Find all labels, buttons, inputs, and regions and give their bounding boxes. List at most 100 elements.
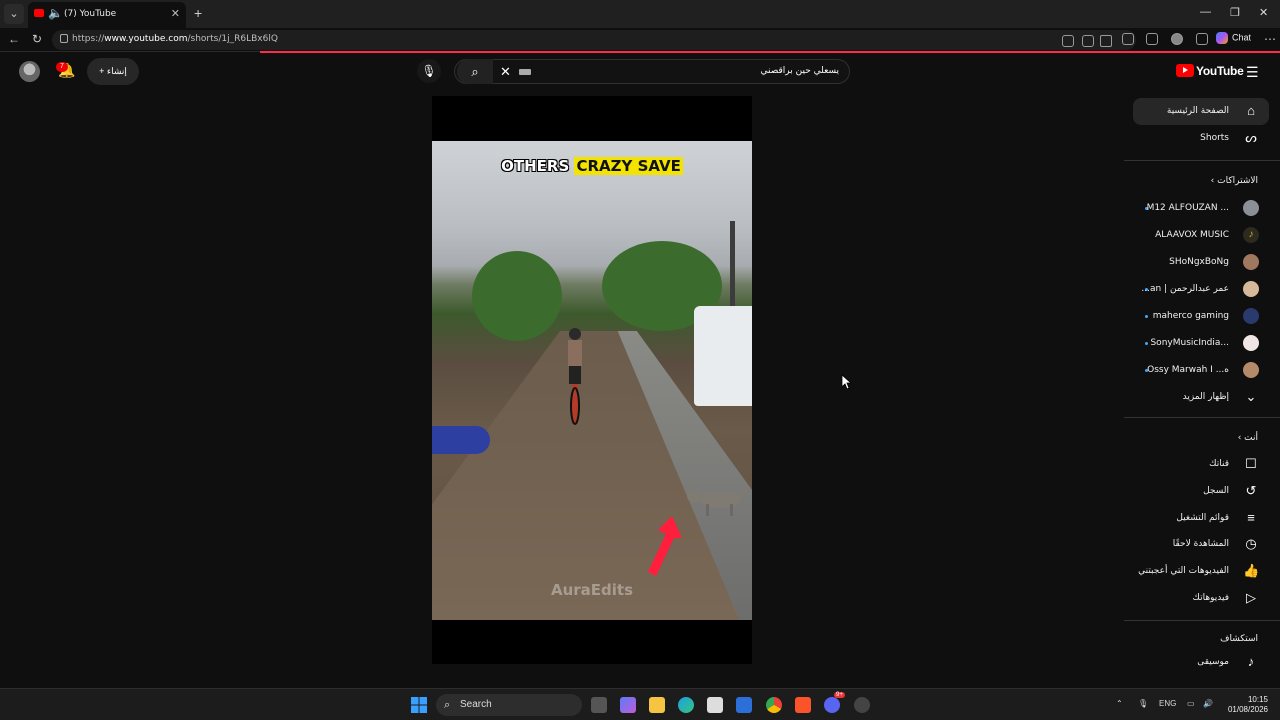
discord-icon[interactable] (824, 697, 840, 713)
widgets-icon[interactable] (620, 697, 636, 713)
sidebar-item-liked-videos[interactable]: الفيديوهات التي أعجبتني 👍 (1133, 558, 1269, 585)
sidebar-subscription[interactable]: SHoNgxBoNg (1133, 249, 1269, 276)
search-input[interactable]: يسعلي حين براقصني (760, 66, 839, 76)
reload-icon[interactable]: ↻ (32, 32, 42, 46)
sidebar-subscription[interactable]: عمر عبدالرحمن | an... (1133, 276, 1269, 303)
you-header[interactable]: أنت › (1238, 433, 1258, 443)
more-menu-icon[interactable]: ⋯ (1264, 32, 1276, 46)
windows-start-icon[interactable] (411, 697, 427, 713)
guide-sidebar: الصفحة الرئيسية ⌂ Shorts ᔕ الاشتراكات › … (1124, 96, 1280, 686)
taskbar-search[interactable]: ⌕ Search (436, 694, 582, 716)
sidebar-item-music[interactable]: موسيقى ♪ (1133, 649, 1269, 676)
channel-avatar (1243, 335, 1259, 351)
address-bar[interactable]: https://www.youtube.com/shorts/1j_R6LBx6… (52, 30, 1136, 50)
input-language[interactable]: ENG (1159, 699, 1176, 708)
volume-icon[interactable]: 🔊 (1203, 699, 1213, 708)
sidebar-subscription[interactable]: Ossy Marwah I ...ه (1133, 357, 1269, 384)
taskbar-clock[interactable]: 10:15 01/08/2026 (1224, 695, 1268, 715)
mail-icon[interactable] (736, 697, 752, 713)
mouse-cursor-icon (842, 375, 852, 389)
copilot-icon (1216, 32, 1228, 44)
network-icon[interactable]: ▭ (1187, 699, 1195, 708)
browser-tab-strip: ⌄ 🔈 (7) YouTube ✕ + — ❐ ✕ (0, 0, 1280, 28)
favorite-star-icon[interactable] (1100, 35, 1112, 47)
speaker-icon[interactable]: 🔈 (48, 6, 63, 20)
back-arrow-icon[interactable]: ← (8, 32, 20, 46)
keyboard-icon[interactable] (519, 69, 531, 75)
sidebar-item-home[interactable]: الصفحة الرئيسية ⌂ (1133, 98, 1269, 125)
site-info-icon[interactable] (60, 34, 68, 43)
close-tab-icon[interactable]: ✕ (171, 7, 180, 20)
sidebar-divider (1124, 417, 1280, 418)
red-pointer-arrow (648, 516, 682, 576)
favorites-icon[interactable] (1146, 33, 1158, 45)
sidebar-item-label: قوائم التشغيل (1176, 513, 1229, 523)
sidebar-item-watch-later[interactable]: المشاهدة لاحقًا ◷ (1133, 531, 1269, 558)
new-tab-button[interactable]: + (194, 5, 202, 21)
sidebar-item-playlists[interactable]: قوائم التشغيل ≡ (1133, 505, 1269, 532)
copilot-chat-button[interactable]: Chat (1216, 32, 1251, 44)
brave-icon[interactable] (795, 697, 811, 713)
sidebar-subscription[interactable]: M12 ALFOUZAN ... (1133, 195, 1269, 222)
sidebar-subscription[interactable]: SonyMusicIndia... (1133, 330, 1269, 357)
profile-avatar-icon[interactable] (1171, 33, 1183, 45)
user-box-icon: ☐ (1245, 456, 1257, 471)
tab-list-dropdown[interactable]: ⌄ (4, 4, 24, 24)
collections-icon[interactable] (1196, 33, 1208, 45)
voice-search-mic-icon[interactable]: 🎙 (417, 59, 441, 83)
chrome-icon[interactable] (766, 697, 782, 713)
sidebar-item-label: الفيديوهات التي أعجبتني (1138, 566, 1229, 576)
new-content-dot (1145, 315, 1148, 318)
sidebar-item-label: السجل (1203, 486, 1229, 496)
account-avatar[interactable] (19, 61, 40, 82)
restore-icon[interactable]: ❐ (1230, 6, 1240, 19)
subscriptions-header[interactable]: الاشتراكات › (1211, 176, 1258, 186)
search-button-icon[interactable]: ⌕ (457, 59, 493, 84)
new-content-dot (1145, 342, 1148, 345)
clear-search-icon[interactable]: ✕ (500, 64, 511, 80)
sidebar-item-history[interactable]: السجل ↺ (1133, 478, 1269, 505)
file-explorer-icon[interactable] (649, 697, 665, 713)
video-caption: OTHERS CRAZY SAVE (501, 157, 683, 175)
browser-tab-youtube[interactable]: 🔈 (7) YouTube ✕ (28, 2, 186, 28)
music-note-icon: ♪ (1247, 654, 1255, 669)
scene-cat (687, 486, 746, 516)
sidebar-item-label: الصفحة الرئيسية (1166, 106, 1229, 116)
shorts-video-player[interactable]: OTHERS CRAZY SAVE AuraEdits (432, 96, 752, 664)
search-icon: ⌕ (444, 699, 451, 711)
home-icon: ⌂ (1247, 103, 1255, 118)
explore-header: استكشاف (1220, 634, 1258, 644)
sidebar-item-your-channel[interactable]: قناتك ☐ (1133, 451, 1269, 478)
shorts-icon: ᔕ (1245, 130, 1257, 145)
app-available-icon[interactable] (1062, 35, 1074, 47)
create-button[interactable]: + إنشاء (87, 58, 139, 85)
task-view-icon[interactable] (591, 697, 607, 713)
sidebar-subscription[interactable]: ALAAVOX MUSIC ♪ (1133, 222, 1269, 249)
chevron-down-icon: ⌄ (1245, 389, 1257, 404)
tray-overflow-chevron-icon[interactable]: ⌃ (1116, 699, 1123, 708)
sidebar-item-your-videos[interactable]: فيديوهاتك ▷ (1133, 585, 1269, 612)
store-icon[interactable] (707, 697, 723, 713)
translate-icon[interactable] (1082, 35, 1094, 47)
sidebar-subscription[interactable]: maherco gaming (1133, 303, 1269, 330)
youtube-logo[interactable]: YouTube (1176, 64, 1244, 78)
scene-cyclist (568, 328, 582, 425)
hamburger-menu-icon[interactable]: ☰ (1246, 64, 1259, 81)
search-box[interactable]: ⌕ ✕ يسعلي حين براقصني (454, 59, 850, 84)
sidebar-divider (1124, 160, 1280, 161)
history-icon: ↺ (1245, 483, 1257, 498)
extension-icon[interactable] (1122, 33, 1134, 45)
channel-avatar (1243, 308, 1259, 324)
edge-browser-icon[interactable] (678, 697, 694, 713)
close-window-icon[interactable]: ✕ (1259, 6, 1268, 19)
show-more-button[interactable]: إظهار المزيد ⌄ (1133, 384, 1269, 411)
settings-gear-icon[interactable] (854, 697, 870, 713)
sidebar-item-shorts[interactable]: Shorts ᔕ (1133, 125, 1269, 152)
channel-avatar (1243, 254, 1259, 270)
microphone-icon[interactable]: 🎙 (1138, 699, 1148, 708)
channel-avatar (1243, 281, 1259, 297)
scene-arm (432, 426, 490, 454)
scene-van (694, 306, 752, 406)
minimize-icon[interactable]: — (1200, 6, 1211, 18)
channel-name: ALAAVOX MUSIC (1155, 230, 1229, 240)
